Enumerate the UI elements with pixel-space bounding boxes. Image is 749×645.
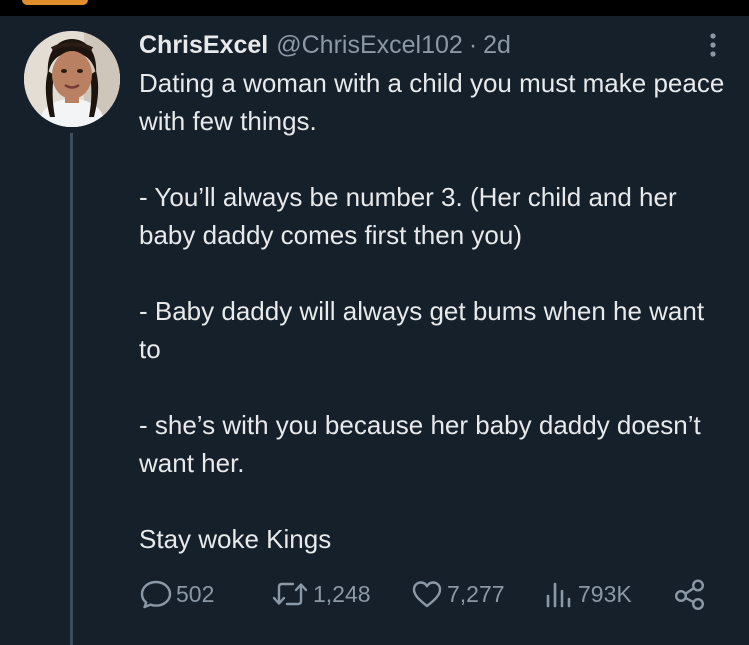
views-count: 793K <box>578 580 632 607</box>
tweet-paragraph: - You’ll always be number 3. (Her child … <box>139 182 677 250</box>
user-handle[interactable]: @ChrisExcel102 <box>276 31 463 60</box>
retweet-button[interactable]: 1,248 <box>270 572 371 616</box>
tweet-paragraph: Stay woke Kings <box>139 524 332 554</box>
like-button[interactable]: 7,277 <box>410 572 505 616</box>
tweet-paragraph: - she’s with you because her baby daddy … <box>139 410 701 478</box>
reply-icon <box>139 579 173 609</box>
tweet-paragraph: Dating a woman with a child you must mak… <box>139 68 725 136</box>
avatar-image <box>24 31 120 127</box>
tweet-actions: 502 1,248 7,277 793K <box>0 572 749 616</box>
reply-button[interactable]: 502 <box>139 572 214 616</box>
like-count: 7,277 <box>447 580 505 607</box>
views-button[interactable]: 793K <box>543 572 632 616</box>
tweet-text: Dating a woman with a child you must mak… <box>139 64 729 558</box>
share-button[interactable] <box>673 572 707 616</box>
reply-count: 502 <box>176 580 215 607</box>
avatar[interactable] <box>24 31 120 127</box>
views-icon <box>543 579 575 609</box>
heart-icon <box>410 579 444 609</box>
display-name[interactable]: ChrisExcel <box>139 31 268 60</box>
retweet-count: 1,248 <box>313 580 371 607</box>
header-separator: · <box>468 30 478 59</box>
status-bar-accent <box>22 0 88 5</box>
tweet-paragraph: - Baby daddy will always get bums when h… <box>139 296 705 364</box>
share-icon <box>673 578 707 610</box>
status-bar <box>0 0 749 16</box>
timestamp[interactable]: 2d <box>483 31 511 60</box>
thread-line <box>70 133 73 645</box>
tweet-header: ChrisExcel @ChrisExcel102 · 2d <box>139 28 511 62</box>
more-options-icon[interactable] <box>700 31 726 59</box>
retweet-icon <box>270 579 310 609</box>
